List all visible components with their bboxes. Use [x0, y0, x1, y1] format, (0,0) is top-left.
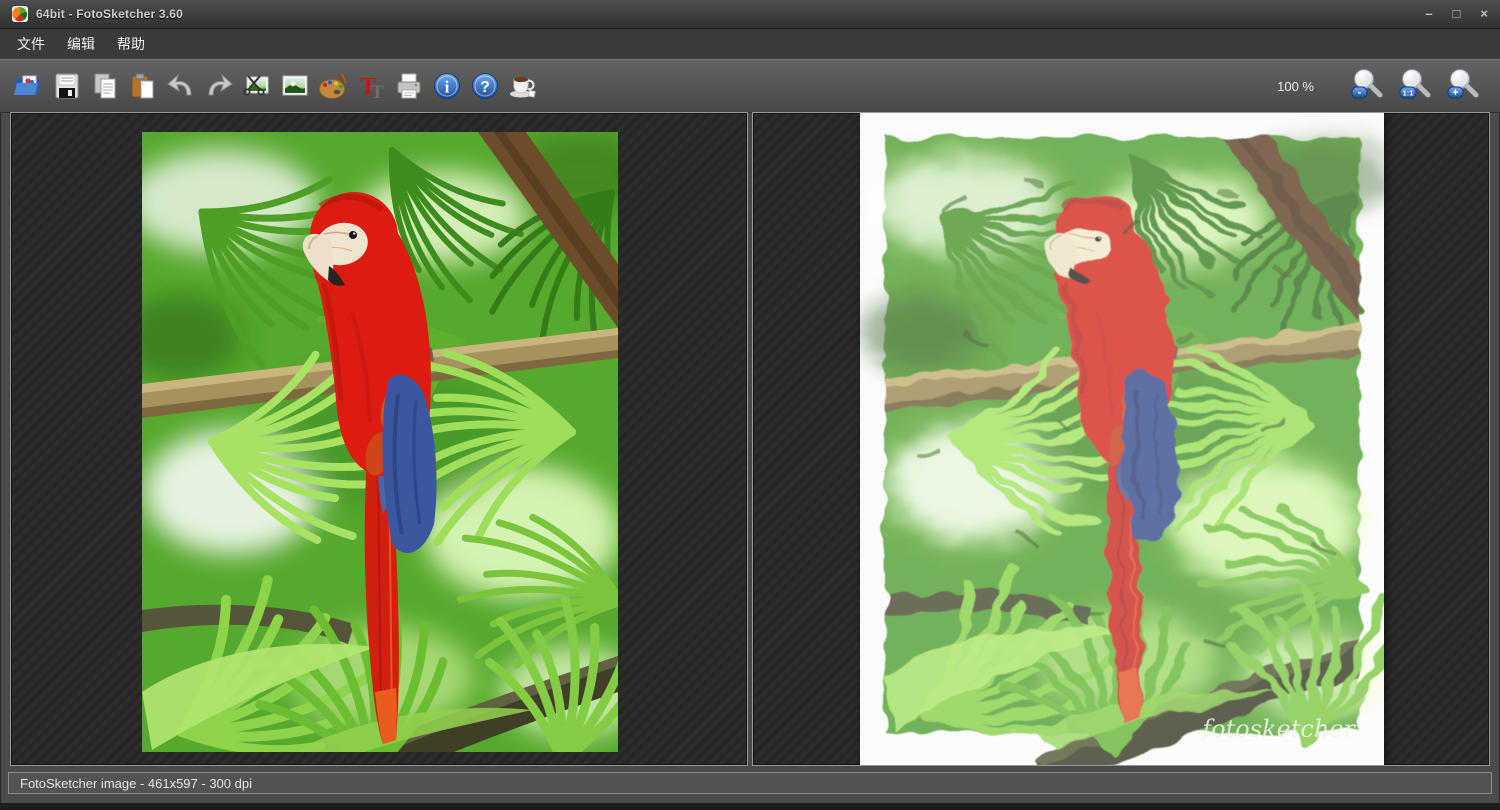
svg-text:T: T — [371, 82, 384, 101]
toolbar: T T i ? — [0, 59, 1500, 113]
svg-text:1:1: 1:1 — [1403, 89, 1414, 98]
zoom-100-icon: 1:1 — [1398, 67, 1434, 105]
redo-button[interactable] — [200, 64, 238, 108]
help-icon: ? — [470, 71, 500, 101]
crop-button[interactable] — [238, 64, 276, 108]
zoom-out-button[interactable]: - — [1348, 64, 1388, 108]
minimize-button[interactable]: – — [1425, 6, 1432, 22]
menu-file[interactable]: 文件 — [6, 30, 56, 58]
svg-text:+: + — [1452, 87, 1458, 99]
drawing-parameters-palette-icon — [318, 71, 348, 101]
paste-button[interactable] — [124, 64, 162, 108]
app-logo-icon — [12, 6, 28, 22]
help-button[interactable]: ? — [466, 64, 504, 108]
zoom-out-icon: - — [1350, 67, 1386, 105]
paste-icon — [128, 71, 158, 101]
zoom-in-icon: + — [1446, 67, 1482, 105]
menu-bar: 文件 编辑 帮助 — [0, 29, 1500, 59]
close-button[interactable]: × — [1480, 6, 1488, 22]
donate-button[interactable] — [504, 64, 542, 108]
zoom-in-button[interactable]: + — [1444, 64, 1484, 108]
painted-result: fotosketcher — [860, 113, 1384, 765]
title-bar: 64bit - FotoSketcher 3.60 – □ × — [0, 0, 1500, 29]
maximize-button[interactable]: □ — [1453, 6, 1461, 22]
status-text: FotoSketcher image - 461x597 - 300 dpi — [20, 776, 252, 791]
menu-edit[interactable]: 编辑 — [56, 30, 106, 58]
save-image-icon — [52, 71, 82, 101]
new-image-icon — [280, 71, 310, 101]
open-image-icon — [14, 71, 44, 101]
copy-icon — [90, 71, 120, 101]
undo-icon — [166, 71, 196, 101]
app-window: 64bit - FotoSketcher 3.60 – □ × 文件 编辑 帮助 — [0, 0, 1500, 810]
coffee-donate-icon — [508, 71, 538, 101]
copy-button[interactable] — [86, 64, 124, 108]
zoom-level-label: 100 % — [1277, 79, 1314, 94]
window-title: 64bit - FotoSketcher 3.60 — [36, 7, 183, 21]
new-image-button[interactable] — [276, 64, 314, 108]
undo-button[interactable] — [162, 64, 200, 108]
original-photo — [142, 132, 618, 752]
add-text-icon: T T — [356, 71, 386, 101]
menu-help[interactable]: 帮助 — [106, 30, 156, 58]
svg-text:-: - — [1358, 87, 1362, 99]
svg-text:?: ? — [480, 79, 490, 96]
open-image-button[interactable] — [10, 64, 48, 108]
print-icon — [394, 71, 424, 101]
window-bottom-edge — [0, 803, 1500, 810]
result-image-panel[interactable]: fotosketcher — [752, 112, 1490, 766]
main-area: fotosketcher — [10, 112, 1490, 766]
original-image-panel[interactable] — [10, 112, 748, 766]
add-text-button[interactable]: T T — [352, 64, 390, 108]
save-image-button[interactable] — [48, 64, 86, 108]
status-bar: FotoSketcher image - 461x597 - 300 dpi — [8, 772, 1492, 794]
drawing-parameters-button[interactable] — [314, 64, 352, 108]
zoom-buttons: - 1:1 + — [1348, 64, 1484, 108]
crop-icon — [242, 71, 272, 101]
svg-text:i: i — [445, 78, 450, 97]
print-button[interactable] — [390, 64, 428, 108]
painting-signature: fotosketcher — [1200, 715, 1356, 743]
info-icon: i — [432, 71, 462, 101]
redo-icon — [204, 71, 234, 101]
about-button[interactable]: i — [428, 64, 466, 108]
zoom-100-button[interactable]: 1:1 — [1396, 64, 1436, 108]
